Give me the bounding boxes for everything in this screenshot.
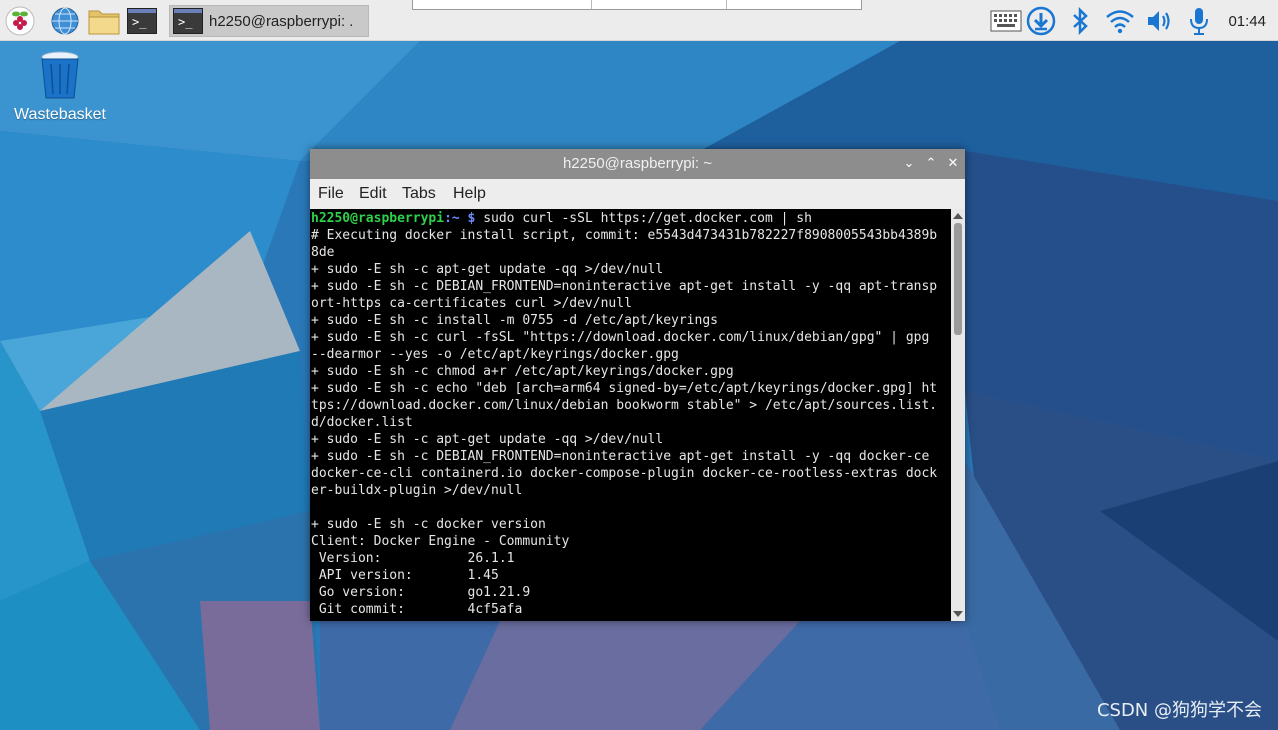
terminal-line: tps://download.docker.com/linux/debian b… xyxy=(311,398,938,413)
terminal-line: --dearmor --yes -o /etc/apt/keyrings/doc… xyxy=(311,347,679,362)
scroll-up-icon[interactable] xyxy=(953,213,963,219)
terminal-line: docker-ce-cli containerd.io docker-compo… xyxy=(311,466,938,481)
panel-widget-field[interactable] xyxy=(412,0,862,10)
download-update-icon[interactable] xyxy=(1025,5,1057,37)
window-titlebar[interactable]: h2250@raspberrypi: ~ ⌄ ⌃ ✕ xyxy=(310,149,965,179)
taskbar: >_ >_ h2250@raspberrypi: . 01:44 xyxy=(0,0,1278,41)
terminal-line: Git commit: 4cf5afa xyxy=(311,602,523,617)
terminal-line: + sudo -E sh -c echo "deb [arch=arm64 si… xyxy=(311,381,938,396)
chevron-down-icon: ⌄ xyxy=(903,156,915,171)
terminal-line: Client: Docker Engine - Community xyxy=(311,534,570,549)
menubar: File Edit Tabs Help xyxy=(310,179,965,209)
web-browser-icon[interactable] xyxy=(49,5,81,37)
minimize-button[interactable]: ⌄ xyxy=(900,155,918,173)
terminal-line: + sudo -E sh -c apt-get update -qq >/dev… xyxy=(311,432,664,447)
terminal-line: # Executing docker install script, commi… xyxy=(311,228,938,243)
chevron-up-icon: ⌃ xyxy=(925,156,937,171)
terminal-line: er-buildx-plugin >/dev/null xyxy=(311,483,523,498)
volume-icon[interactable] xyxy=(1144,5,1176,37)
wastebasket-icon xyxy=(41,51,79,99)
wastebasket-shortcut[interactable]: Wastebasket xyxy=(10,50,110,124)
menu-edit[interactable]: Edit xyxy=(359,185,387,203)
terminal-line: + sudo -E sh -c DEBIAN_FRONTEND=noninter… xyxy=(311,279,938,294)
terminal-line: + sudo -E sh -c DEBIAN_FRONTEND=noninter… xyxy=(311,449,930,464)
terminal-scrollbar[interactable] xyxy=(951,209,965,621)
command-text: sudo curl -sSL https://get.docker.com | … xyxy=(475,211,812,226)
close-button[interactable]: ✕ xyxy=(944,155,962,173)
terminal-line: + sudo -E sh -c apt-get update -qq >/dev… xyxy=(311,262,664,277)
terminal-window: h2250@raspberrypi: ~ ⌄ ⌃ ✕ File Edit Tab… xyxy=(310,149,965,621)
menu-file[interactable]: File xyxy=(318,185,344,203)
clock[interactable]: 01:44 xyxy=(1228,13,1266,30)
taskbar-window-button[interactable]: >_ h2250@raspberrypi: . xyxy=(169,5,369,37)
terminal-line: Version: 26.1.1 xyxy=(318,551,515,566)
terminal-line: d/docker.list xyxy=(311,415,413,430)
file-manager-icon[interactable] xyxy=(88,5,120,37)
terminal-line: ort-https ca-certificates curl >/dev/nul… xyxy=(311,296,632,311)
maximize-button[interactable]: ⌃ xyxy=(922,155,940,173)
close-icon: ✕ xyxy=(947,156,959,171)
prompt-path: :~ $ xyxy=(444,211,476,226)
terminal-line: 8de xyxy=(311,245,335,260)
scrollbar-thumb[interactable] xyxy=(954,223,962,335)
terminal-line: + sudo -E sh -c curl -fsSL "https://down… xyxy=(311,330,930,345)
bluetooth-icon[interactable] xyxy=(1064,5,1096,37)
microphone-icon[interactable] xyxy=(1183,5,1215,37)
watermark: CSDN @狗狗学不会 xyxy=(1096,700,1262,721)
output-lines: # Executing docker install script, commi… xyxy=(311,228,937,617)
raspberry-menu-icon[interactable] xyxy=(4,5,36,37)
wifi-icon[interactable] xyxy=(1104,5,1136,37)
terminal-line: API version: 1.45 xyxy=(318,568,499,583)
taskbar-window-label: h2250@raspberrypi: . xyxy=(209,12,354,30)
menu-tabs[interactable]: Tabs xyxy=(402,185,436,203)
keyboard-icon[interactable] xyxy=(990,5,1022,37)
prompt-user: h2250@raspberrypi xyxy=(311,211,445,226)
terminal-line: + sudo -E sh -c chmod a+r /etc/apt/keyri… xyxy=(311,364,734,379)
terminal-output[interactable]: h2250@raspberrypi:~ $ sudo curl -sSL htt… xyxy=(310,209,951,621)
terminal-launcher-icon[interactable]: >_ xyxy=(126,5,158,37)
terminal-icon: >_ xyxy=(173,8,203,34)
terminal-line: + sudo -E sh -c docker version xyxy=(311,517,546,532)
wastebasket-label: Wastebasket xyxy=(14,106,106,123)
terminal-line: Go version: go1.21.9 xyxy=(318,585,531,600)
menu-help[interactable]: Help xyxy=(453,185,486,203)
window-title: h2250@raspberrypi: ~ xyxy=(562,155,713,172)
terminal-line: + sudo -E sh -c install -m 0755 -d /etc/… xyxy=(311,313,718,328)
scroll-down-icon[interactable] xyxy=(953,611,963,617)
